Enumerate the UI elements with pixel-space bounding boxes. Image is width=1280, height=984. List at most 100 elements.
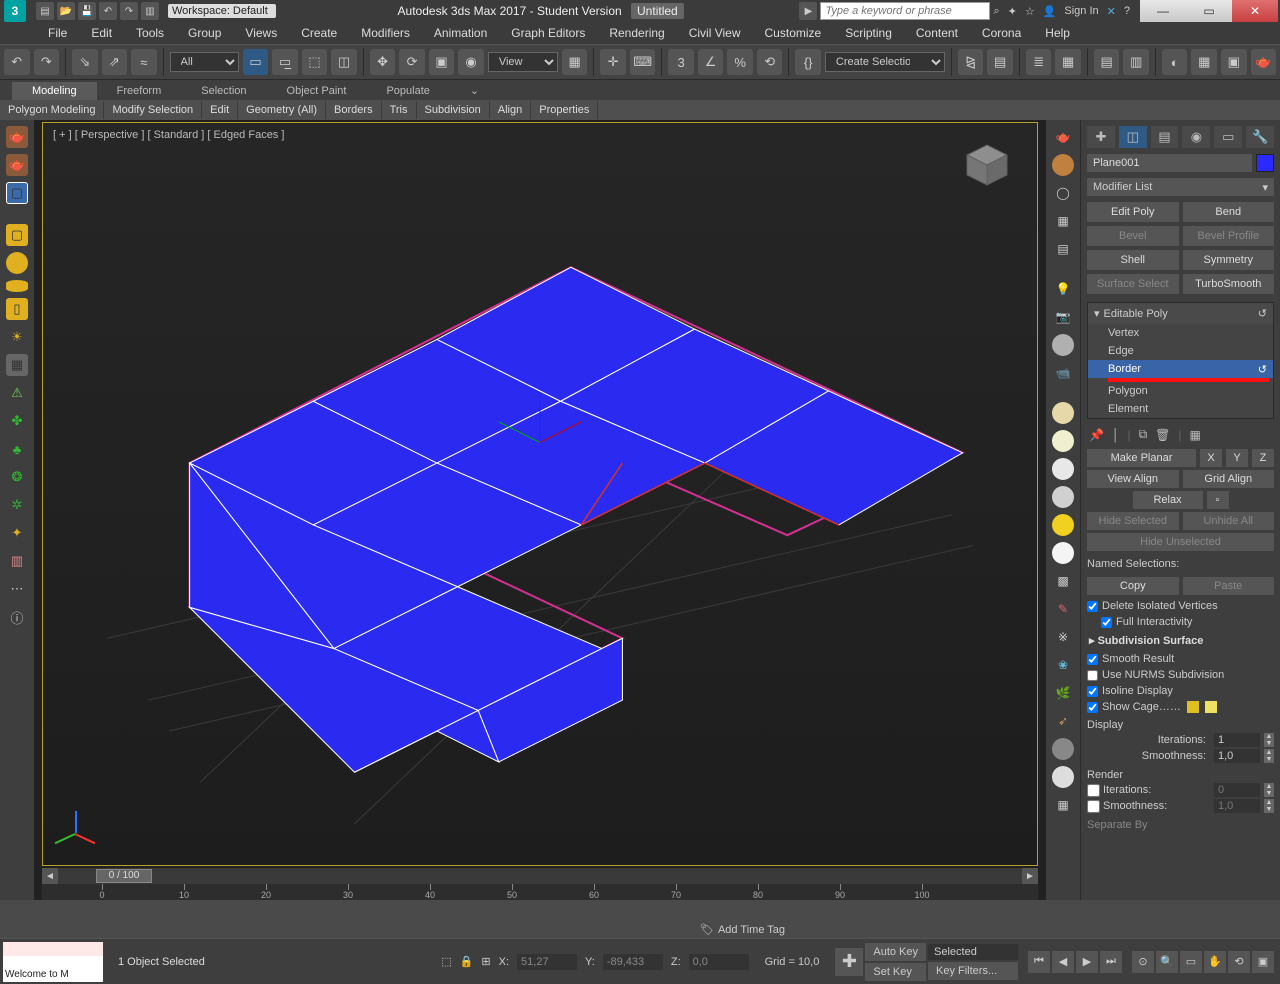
menu-tools[interactable]: Tools <box>124 23 176 43</box>
render-setup-icon[interactable]: ▦ <box>1191 49 1217 75</box>
select-object-icon[interactable]: ▭ <box>243 49 269 75</box>
hide-selected-button[interactable]: Hide Selected <box>1087 512 1179 530</box>
rendered-frame-icon[interactable]: ▣ <box>1221 49 1247 75</box>
calc-icon[interactable]: ▦ <box>1052 210 1074 232</box>
keyboard-icon[interactable]: ⌨ <box>630 49 656 75</box>
tree-icon[interactable]: ♣ <box>6 438 28 460</box>
brush-icon[interactable]: ✎ <box>1052 598 1074 620</box>
new-icon[interactable]: ▤ <box>36 2 54 20</box>
perspective-viewport[interactable]: [ + ] [ Perspective ] [ Standard ] [ Edg… <box>42 122 1038 866</box>
mod-bevel[interactable]: Bevel <box>1087 226 1179 246</box>
rotate-icon[interactable]: ⟳ <box>399 49 425 75</box>
full-interactivity-checkbox[interactable]: Full Interactivity <box>1087 614 1274 630</box>
remove-mod-icon[interactable]: 🗑 <box>1155 428 1170 442</box>
stack-border[interactable]: Border↺ <box>1088 360 1273 378</box>
tab-create[interactable]: ✚ <box>1087 126 1115 148</box>
box-icon[interactable]: ▢ <box>6 182 28 204</box>
prev-frame-icon[interactable]: ◀ <box>1052 951 1074 973</box>
key-target-dropdown[interactable]: Selected <box>928 944 1018 960</box>
editnamed-icon[interactable]: {} <box>795 49 821 75</box>
mat-noise[interactable] <box>1052 738 1074 760</box>
z-field[interactable]: 0,0 <box>689 954 749 970</box>
undo-icon[interactable]: ↶ <box>99 2 117 20</box>
time-prev-icon[interactable]: ◄ <box>42 868 58 884</box>
mod-bevel-profile[interactable]: Bevel Profile <box>1183 226 1275 246</box>
window-maximize[interactable]: ▭ <box>1186 0 1232 22</box>
time-slider[interactable]: ◄ 0 / 100 ► <box>42 868 1038 884</box>
teapot2-icon[interactable]: 🫖 <box>6 154 28 176</box>
show-cage-checkbox[interactable]: Show Cage…… <box>1087 699 1274 715</box>
planar-y[interactable]: Y <box>1226 449 1248 467</box>
view-align-button[interactable]: View Align <box>1087 470 1179 488</box>
layer-icon[interactable]: ≣ <box>1026 49 1052 75</box>
stack-vertex[interactable]: Vertex <box>1088 324 1273 342</box>
user-icon[interactable]: 👤 <box>1043 5 1057 18</box>
play-icon[interactable]: ▶ <box>1076 951 1098 973</box>
mat-default[interactable] <box>1052 334 1074 356</box>
isolate-icon[interactable]: ⊙ <box>1132 951 1154 973</box>
ribbon-tab-freeform[interactable]: Freeform <box>97 82 182 100</box>
ribbon-panel-modify-selection[interactable]: Modify Selection <box>104 101 202 119</box>
cage-color-2[interactable] <box>1205 701 1217 713</box>
scale-icon[interactable]: ▣ <box>429 49 455 75</box>
maxscript-listener[interactable]: Welcome to M <box>3 942 103 982</box>
ribbon-panel-geometry-all-[interactable]: Geometry (All) <box>238 101 326 119</box>
material-icon[interactable]: ◐ <box>1162 49 1188 75</box>
align-icon[interactable]: ▤ <box>987 49 1013 75</box>
hide-unselected-button[interactable]: Hide Unselected <box>1087 533 1274 551</box>
stack-header[interactable]: ▾ Editable Poly↺ <box>1088 303 1273 324</box>
placement-icon[interactable]: ◉ <box>458 49 484 75</box>
menu-corona[interactable]: Corona <box>970 23 1033 43</box>
abs-rel-icon[interactable]: ⊞ <box>481 955 490 968</box>
ref-coord-dropdown[interactable]: View <box>488 52 558 72</box>
mod-turbosmooth[interactable]: TurboSmooth <box>1183 274 1275 294</box>
mesh-icon[interactable]: ▩ <box>1052 570 1074 592</box>
time-next-icon[interactable]: ► <box>1022 868 1038 884</box>
manipulate-icon[interactable]: ✛ <box>600 49 626 75</box>
disp-iterations-spinner[interactable]: 1 <box>1214 733 1260 747</box>
time-ruler[interactable]: 0102030405060708090100 <box>42 884 1038 900</box>
tube-icon[interactable]: ▯ <box>6 298 28 320</box>
render-smooth-checkbox[interactable] <box>1087 800 1100 813</box>
sub-icon[interactable]: ✦ <box>1008 5 1017 18</box>
smooth-result-checkbox[interactable]: Smooth Result <box>1087 651 1274 667</box>
cloud-icon[interactable]: ❀ <box>1052 654 1074 676</box>
save-icon[interactable]: 💾 <box>78 2 96 20</box>
menu-create[interactable]: Create <box>289 23 349 43</box>
unlink-icon[interactable]: ⇗ <box>102 49 128 75</box>
ribbon-tab-object-paint[interactable]: Object Paint <box>267 82 367 100</box>
menu-scripting[interactable]: Scripting <box>833 23 904 43</box>
redo-button[interactable]: ↷ <box>34 49 60 75</box>
move-icon[interactable]: ✥ <box>370 49 396 75</box>
menu-modifiers[interactable]: Modifiers <box>349 23 422 43</box>
tab-display[interactable]: ▭ <box>1214 126 1242 148</box>
planar-z[interactable]: Z <box>1252 449 1274 467</box>
ribbon-minimize-icon[interactable]: ⌄ <box>450 81 499 100</box>
ribbon-panel-edit[interactable]: Edit <box>202 101 238 119</box>
ribbon-tab-modeling[interactable]: Modeling <box>12 82 97 100</box>
mod-bend[interactable]: Bend <box>1183 202 1275 222</box>
window-minimize[interactable]: — <box>1140 0 1186 22</box>
menu-graph-editors[interactable]: Graph Editors <box>499 23 597 43</box>
tab-modify[interactable]: ◫ <box>1119 126 1147 148</box>
menu-group[interactable]: Group <box>176 23 233 43</box>
pin-stack-icon[interactable]: 📌 <box>1089 428 1104 442</box>
render-icon[interactable]: 🫖 <box>1251 49 1277 75</box>
infocenter-icon[interactable]: ⌕ <box>993 5 999 18</box>
spinner-snap-icon[interactable]: ⟲ <box>757 49 783 75</box>
copy-button[interactable]: Copy <box>1087 577 1179 595</box>
menu-file[interactable]: File <box>36 23 79 43</box>
select-name-icon[interactable]: ▭̲ <box>272 49 298 75</box>
menu-content[interactable]: Content <box>904 23 970 43</box>
use-nurms-checkbox[interactable]: Use NURMS Subdivision <box>1087 667 1274 683</box>
window-cross-icon[interactable]: ◫ <box>331 49 357 75</box>
mat-sand[interactable] <box>1052 402 1074 424</box>
bulb-icon[interactable]: 💡 <box>1052 278 1074 300</box>
ribbon-tab-selection[interactable]: Selection <box>181 82 266 100</box>
menu-customize[interactable]: Customize <box>753 23 834 43</box>
mod-symmetry[interactable]: Symmetry <box>1183 250 1275 270</box>
show-end-icon[interactable]: │ <box>1112 428 1120 442</box>
make-unique-icon[interactable]: ⧉ <box>1139 427 1148 442</box>
exchange-icon[interactable]: ✕ <box>1107 5 1116 18</box>
ribbon-panel-polygon-modeling[interactable]: Polygon Modeling <box>0 101 104 119</box>
